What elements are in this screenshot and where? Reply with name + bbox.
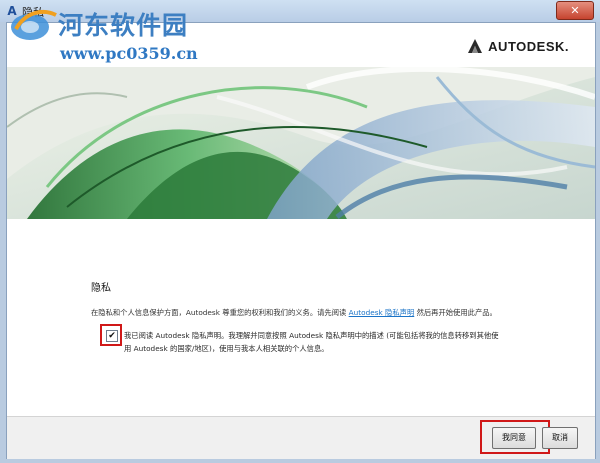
- agree-text-line1: 我已阅读 Autodesk 隐私声明。我理解并同意按照 Autodesk 隐私声…: [124, 331, 499, 340]
- watermark-url: www.pc0359.cn: [60, 44, 198, 63]
- brand-name: AUTODESK.: [488, 38, 569, 54]
- agree-checkbox[interactable]: ✔: [106, 330, 118, 342]
- intro-text-before: 在隐私和个人信息保护方面，Autodesk 尊重您的权利和我们的义务。请先阅读: [91, 308, 349, 317]
- privacy-heading: 隐私: [91, 283, 111, 294]
- autodesk-brand: AUTODESK.: [467, 38, 569, 54]
- intro-text-after: 然后再开始使用此产品。: [414, 308, 497, 317]
- agree-button[interactable]: 我同意: [492, 427, 536, 449]
- footer-bar: 我同意 取消: [7, 416, 595, 459]
- site-logo-icon: [11, 10, 57, 40]
- privacy-intro: 在隐私和个人信息保护方面，Autodesk 尊重您的权利和我们的义务。请先阅读 …: [91, 308, 497, 318]
- autodesk-logo-icon: [468, 39, 483, 53]
- privacy-section: 隐私 在隐私和个人信息保护方面，Autodesk 尊重您的权利和我们的义务。请先…: [7, 219, 595, 416]
- privacy-statement-link[interactable]: Autodesk 隐私声明: [349, 308, 415, 317]
- watermark-site-name: 河东软件园: [58, 11, 189, 40]
- agree-text-line2: 用 Autodesk 的国家/地区)，使用与我本人相关联的个人信息。: [124, 344, 329, 353]
- hero-banner-image: [7, 67, 595, 219]
- installer-window: AUTODESK. 隐私 在隐私和个人信息保护方面，Autodesk 尊重您的权…: [6, 22, 596, 459]
- close-button[interactable]: ✕: [556, 1, 594, 20]
- cancel-button[interactable]: 取消: [542, 427, 578, 449]
